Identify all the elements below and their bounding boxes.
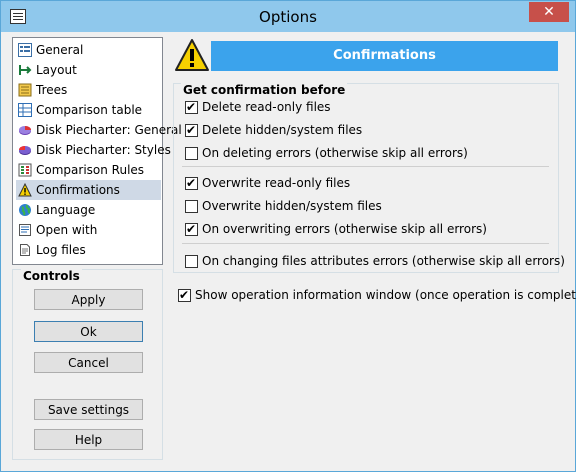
ok-button[interactable]: Ok xyxy=(34,321,143,342)
checkbox-label: Delete hidden/system files xyxy=(202,123,363,137)
checkbox-label: Overwrite hidden/system files xyxy=(202,199,382,213)
nav-item-comparison-table[interactable]: Comparison table xyxy=(16,100,161,120)
separator xyxy=(182,243,549,244)
options-category-list[interactable]: General Layout Trees Comparison table Di… xyxy=(12,37,182,265)
title-bar[interactable]: Options ✕ xyxy=(1,1,575,32)
nav-item-label: Disk Piecharter: General xyxy=(36,123,182,137)
checkbox-box[interactable] xyxy=(185,147,198,160)
separator xyxy=(182,166,549,167)
general-icon xyxy=(18,43,32,57)
warning-icon xyxy=(174,38,210,72)
open-with-icon xyxy=(18,223,32,237)
nav-item-open-with[interactable]: Open with xyxy=(16,220,161,240)
checkbox-box[interactable] xyxy=(185,221,198,237)
checkbox-label: Delete read-only files xyxy=(202,100,331,114)
checkbox-box[interactable] xyxy=(185,255,198,268)
comparison-table-icon xyxy=(18,103,32,117)
apply-button[interactable]: Apply xyxy=(34,289,143,310)
disk-piecharter-styles-icon xyxy=(18,143,32,157)
cancel-button[interactable]: Cancel xyxy=(34,352,143,373)
checkbox-label: Overwrite read-only files xyxy=(202,176,351,190)
nav-item-label: Trees xyxy=(36,83,68,97)
nav-item-layout[interactable]: Layout xyxy=(16,60,161,80)
nav-item-label: Confirmations xyxy=(36,183,120,197)
log-files-icon xyxy=(18,243,32,257)
nav-item-trees[interactable]: Trees xyxy=(16,80,161,100)
options-window: Options ✕ General Layout Trees Compariso… xyxy=(0,0,576,472)
nav-item-label: General xyxy=(36,43,84,57)
nav-item-label: Comparison Rules xyxy=(36,163,145,177)
controls-group: Controls Apply Ok Cancel Save settings H… xyxy=(12,269,163,460)
nav-item-confirmations[interactable]: Confirmations xyxy=(16,180,161,200)
comparison-rules-icon xyxy=(18,163,32,177)
checkbox-label: On changing files attributes errors (oth… xyxy=(202,254,565,268)
help-button[interactable]: Help xyxy=(34,429,143,450)
nav-item-log-files[interactable]: Log files xyxy=(16,240,161,260)
checkbox-label: Show operation information window (once … xyxy=(195,288,576,302)
layout-icon xyxy=(18,63,32,77)
nav-item-general[interactable]: General xyxy=(16,40,161,60)
panel-title: Confirmations xyxy=(211,41,558,71)
checkbox-box[interactable] xyxy=(185,200,198,213)
panel-header: Confirmations xyxy=(174,38,559,73)
nav-item-disk-piecharter-styles[interactable]: Disk Piecharter: Styles xyxy=(16,140,171,160)
window-title: Options xyxy=(259,8,317,26)
group-title: Get confirmation before xyxy=(181,83,348,97)
checkbox-box[interactable] xyxy=(185,175,198,191)
nav-item-label: Language xyxy=(36,203,96,217)
nav-item-label: Log files xyxy=(36,243,86,257)
nav-item-language[interactable]: Language xyxy=(16,200,161,220)
warning-icon xyxy=(18,182,32,197)
nav-item-label: Open with xyxy=(36,223,98,237)
checkbox-box[interactable] xyxy=(178,287,191,303)
close-button[interactable]: ✕ xyxy=(529,2,569,22)
globe-icon xyxy=(18,203,32,217)
nav-item-label: Disk Piecharter: Styles xyxy=(36,143,171,157)
nav-item-disk-piecharter-general[interactable]: Disk Piecharter: General xyxy=(16,120,182,140)
nav-item-comparison-rules[interactable]: Comparison Rules xyxy=(16,160,161,180)
trees-icon xyxy=(18,83,32,97)
checkbox-label: On overwriting errors (otherwise skip al… xyxy=(202,222,487,236)
checkbox-label: On deleting errors (otherwise skip all e… xyxy=(202,146,468,160)
save-settings-button[interactable]: Save settings xyxy=(34,399,143,420)
controls-title: Controls xyxy=(21,269,82,283)
confirmation-group: Get confirmation before Delete read-only… xyxy=(173,83,565,273)
disk-piecharter-icon xyxy=(18,123,32,137)
checkbox-box[interactable] xyxy=(185,122,198,138)
nav-item-label: Layout xyxy=(36,63,77,77)
nav-item-label: Comparison table xyxy=(36,103,143,117)
checkbox-box[interactable] xyxy=(185,99,198,115)
